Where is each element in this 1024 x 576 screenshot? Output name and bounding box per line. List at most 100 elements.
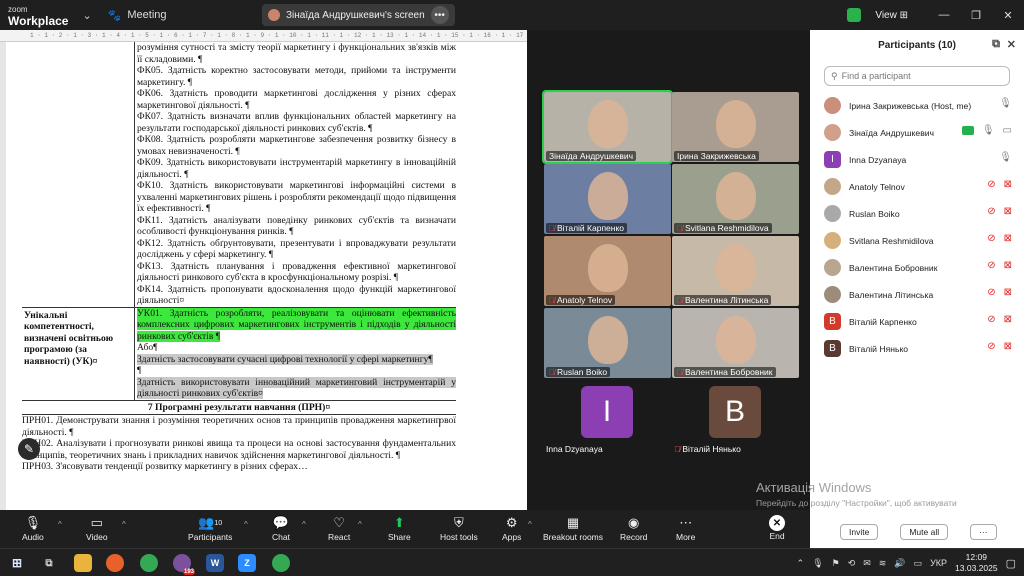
more-participant-actions-button[interactable]: ··· (970, 524, 997, 540)
clock[interactable]: 12:09 13.03.2025 (955, 552, 998, 574)
avatar-letter: B (709, 386, 761, 438)
muted-mic-icon[interactable]: ⊘ (987, 206, 995, 217)
muted-mic-icon[interactable]: ⊘ (987, 233, 995, 244)
participant-row[interactable]: Svitlana Reshmidilova ⊘ ⊠ (810, 227, 1024, 254)
share-button[interactable]: ⬆ Share (388, 514, 411, 542)
notifications-icon[interactable]: ▢ (1006, 557, 1016, 570)
microphone-icon[interactable]: 🎙 (999, 152, 1012, 163)
video-tile[interactable]: Зінаїда Андрушкевич (542, 90, 673, 164)
record-button[interactable]: ◉ Record (620, 514, 647, 542)
end-button[interactable]: ✕ End (769, 514, 785, 541)
camera-off-icon[interactable]: ⊠ (1004, 260, 1012, 271)
participant-face (588, 316, 628, 364)
participant-search[interactable]: ⚲ Find a participant (824, 66, 1010, 86)
tray-flag-icon[interactable]: ⚑ (832, 558, 840, 569)
camera-off-icon[interactable]: ⊠ (1004, 341, 1012, 352)
avatar-tile[interactable]: I Inna Dzyanaya (544, 384, 671, 454)
pen-icon[interactable]: ✎ (18, 438, 40, 460)
maximize-icon[interactable]: ❐ (960, 9, 992, 22)
muted-mic-icon[interactable]: ⊘ (987, 260, 995, 271)
video-tile[interactable]: 🎙̸ Валентина Бобровник (672, 308, 799, 378)
tray-sync-icon[interactable]: ⟲ (848, 558, 856, 569)
chat-button[interactable]: 💬 Chat (272, 514, 290, 542)
participant-row[interactable]: Валентина Літинська ⊘ ⊠ (810, 281, 1024, 308)
viber-icon[interactable]: 193 (173, 554, 195, 575)
word-icon[interactable]: W (206, 554, 224, 572)
windows-start-icon[interactable]: ⊞ (8, 554, 26, 572)
minimize-icon[interactable]: — (928, 9, 960, 21)
close-icon[interactable]: ✕ (992, 9, 1024, 22)
muted-mic-icon[interactable]: ⊘ (987, 179, 995, 190)
participant-row[interactable]: I Inna Dzyanaya 🎙 (810, 146, 1024, 173)
tray-chevron-icon[interactable]: ⌃ (797, 558, 805, 569)
camera-off-icon[interactable]: ⊠ (1004, 287, 1012, 298)
participants-button[interactable]: 👥 10 Participants (188, 514, 232, 542)
video-tile[interactable]: 🎙̸ Svitlana Reshmidilova (672, 164, 799, 234)
microphone-icon[interactable]: 🎙 (999, 98, 1012, 109)
video-tile[interactable]: Ірина Закрижевська (672, 92, 799, 162)
close-panel-icon[interactable]: ✕ (1007, 38, 1016, 51)
task-view-icon[interactable]: ⧉ (40, 554, 58, 572)
chrome-2-icon[interactable] (272, 554, 290, 572)
video-tile[interactable]: 🎙̸ Ruslan Boiko (544, 308, 671, 378)
participant-row[interactable]: Валентина Бобровник ⊘ ⊠ (810, 254, 1024, 281)
react-caret-icon[interactable]: ^ (358, 520, 362, 529)
camera-icon[interactable]: ▭ (1003, 125, 1012, 136)
participant-face (716, 316, 756, 364)
camera-off-icon[interactable]: ⊠ (1004, 314, 1012, 325)
firefox-icon[interactable] (106, 554, 124, 572)
apps-caret-icon[interactable]: ^ (528, 520, 532, 529)
participant-row[interactable]: Ruslan Boiko ⊘ ⊠ (810, 200, 1024, 227)
zoom-taskbar-icon[interactable]: Z (238, 554, 256, 572)
participant-row[interactable]: Зінаїда Андрушкевич 🎙 ▭ (810, 119, 1024, 146)
document-page: розуміння сутності та змісту теорії марк… (22, 42, 456, 473)
video-tile[interactable]: 🎙̸ Валентина Літинська (672, 236, 799, 306)
chevron-down-icon[interactable]: ⌄ (82, 9, 91, 22)
language-indicator[interactable]: УКР (930, 558, 947, 568)
meeting-tab[interactable]: 🐾 Meeting (108, 9, 167, 22)
audio-button[interactable]: 🎙 Audio (22, 514, 44, 542)
competency-item: ФК11. Здатність аналізувати поведінку ри… (137, 214, 456, 238)
participant-row[interactable]: B Віталій Карпенко ⊘ ⊠ (810, 308, 1024, 335)
shared-screen-document[interactable]: 1 · 1 · 2 · 1 · 3 · 1 · 4 · 1 · 5 · 1 · … (0, 30, 527, 510)
avatar-letter: I (581, 386, 633, 438)
mute-all-button[interactable]: Mute all (900, 524, 949, 540)
muted-mic-icon[interactable]: ⊘ (987, 287, 995, 298)
participant-row[interactable]: Anatoly Telnov ⊘ ⊠ (810, 173, 1024, 200)
screen-share-chip[interactable]: Зінаїда Андрушкевич's screen ••• (262, 4, 455, 26)
camera-off-icon[interactable]: ⊠ (1004, 179, 1012, 190)
wifi-icon[interactable]: ≋ (879, 558, 887, 569)
invite-button[interactable]: Invite (840, 524, 879, 540)
camera-off-icon[interactable]: ⊠ (1004, 233, 1012, 244)
muted-mic-icon[interactable]: ⊘ (987, 341, 995, 352)
video-tile[interactable]: 🎙̸ Anatoly Telnov (544, 236, 671, 306)
audio-caret-icon[interactable]: ^ (58, 520, 62, 529)
participants-caret-icon[interactable]: ^ (244, 520, 248, 529)
camera-off-icon[interactable]: ⊠ (1004, 206, 1012, 217)
view-menu[interactable]: View ⊞ (875, 10, 908, 21)
avatar-tile[interactable]: B 🎙̸ Віталій Нянько (672, 384, 799, 454)
file-explorer-icon[interactable] (74, 554, 92, 572)
video-caret-icon[interactable]: ^ (122, 520, 126, 529)
video-tile[interactable]: 🎙̸ Віталій Карпенко (544, 164, 671, 234)
participant-row[interactable]: Ірина Закрижевська (Host, me) 🎙 (810, 92, 1024, 119)
uk01-text: УК01. Здатність розробляти, реалізовуват… (137, 307, 456, 342)
react-button[interactable]: ♡ React (328, 514, 350, 542)
tray-mail-icon[interactable]: ✉ (863, 558, 871, 569)
more-button[interactable]: ⋯ More (676, 514, 695, 542)
security-shield-icon[interactable] (847, 8, 862, 22)
pop-out-icon[interactable]: ⧉ (992, 38, 1000, 51)
apps-button[interactable]: ⚙ Apps (502, 514, 521, 542)
tray-mic-icon[interactable]: 🎙 (812, 558, 823, 569)
participant-row[interactable]: B Віталій Нянько ⊘ ⊠ (810, 335, 1024, 362)
more-options-icon[interactable]: ••• (430, 6, 449, 24)
video-button[interactable]: ▭ Video (86, 514, 108, 542)
breakout-rooms-button[interactable]: ▦ Breakout rooms (543, 514, 603, 542)
chat-caret-icon[interactable]: ^ (302, 520, 306, 529)
volume-icon[interactable]: 🔊 (894, 558, 905, 569)
battery-icon[interactable]: ▭ (914, 558, 923, 569)
muted-mic-icon[interactable]: ⊘ (987, 314, 995, 325)
chrome-icon[interactable] (140, 554, 158, 572)
host-tools-button[interactable]: ⛨ Host tools (440, 514, 478, 542)
microphone-icon[interactable]: 🎙 (982, 125, 995, 136)
